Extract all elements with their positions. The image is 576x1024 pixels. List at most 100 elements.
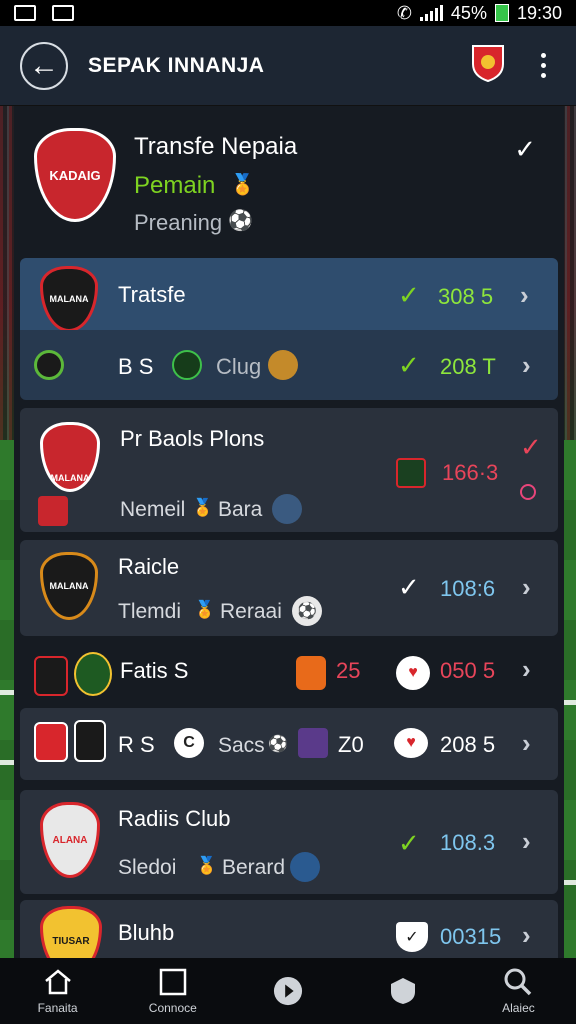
copyright-icon: C [174,728,204,758]
team-crest [34,350,64,380]
shield-icon [388,976,418,1006]
header-card[interactable]: KADAIG Transfe Nepaia Pemain 🏅 Preaning … [20,106,558,256]
ball-icon: ⚽ [228,210,253,232]
item-position: Sledoi [118,856,177,879]
team-crest [272,494,302,524]
team-crest: MALANA [40,552,98,620]
check-icon: ✓ [520,432,542,462]
team-crest [396,458,426,488]
team-crest: ALANA [40,802,100,878]
page-title: SEPAK INNANJA [88,53,265,77]
nav-play[interactable] [230,958,345,1024]
nav-label: Fanaita [37,1001,78,1015]
item-club: Berard [222,856,286,879]
item-value: 108.3 [440,830,496,855]
item-club: Clug [216,354,262,379]
nav-home[interactable]: Fanaita [0,958,115,1024]
medal-icon: 🏅 [192,498,214,517]
battery-percent: 45% [450,2,487,23]
list-item[interactable]: MALANA Pr Baols Plons Nemeil 🏅 Bara 166·… [20,408,558,532]
item-value: 108:6 [440,576,496,601]
header-subtitle: Pemain [134,172,216,199]
chevron-right-icon[interactable]: › [522,920,531,951]
item-position: Tlemdi [118,600,182,623]
team-crest: MALANA [40,266,98,332]
chevron-right-icon[interactable]: › [522,654,531,685]
gallery-icon [52,5,74,21]
radio-icon[interactable] [520,484,536,500]
nav-search[interactable]: Alaiec [461,958,576,1024]
chevron-right-icon[interactable]: › [522,826,531,857]
team-crest [296,656,326,690]
bottom-nav: Fanaita Connoce Alaiec [0,958,576,1024]
status-bar: ✆ 45% 19:30 [0,0,576,26]
list-item[interactable]: R S C Sacs ⚽ Z0 ♥ 208 5 › [20,708,558,780]
medal-icon: 🏅 [194,600,216,619]
item-value: 166·3 [442,460,499,485]
medal-icon: 🏅 [196,856,218,875]
item-club: Sacs [218,734,265,757]
chevron-right-icon[interactable]: › [522,728,531,759]
item-name: B S [118,354,154,379]
item-value: 050 5 [440,658,496,683]
team-crest [38,496,68,526]
shield-check-icon: ✓ [396,922,428,952]
chevron-right-icon[interactable]: › [522,572,531,603]
item-name: Fatis S [120,658,189,683]
search-icon [503,967,533,997]
list-item[interactable]: Fatis S 25 ♥ 050 5 › [20,644,558,706]
list-item[interactable]: B S Clug ✓ 208 T › [20,330,558,400]
battery-icon [494,4,509,22]
header-meta: Preaning [134,210,223,235]
item-value: 308 5 [438,284,494,309]
item-name: R S [118,732,155,757]
team-crest [34,656,68,696]
trophy-icon: 🏅 [230,174,255,196]
play-icon [273,976,303,1006]
item-value: 00315 [440,924,502,949]
item-score: 25 [336,658,361,683]
nav-label: Alaiec [502,1001,535,1015]
item-club: Reraai [220,600,282,623]
team-crest [290,852,320,882]
item-position: Nemeil [120,498,186,521]
overflow-menu-icon[interactable] [541,53,546,78]
app-bar: ← SEPAK INNANJA [0,26,576,106]
check-icon: ✓ [398,828,420,858]
nav-connoce[interactable]: Connoce [115,958,230,1024]
avatar: MALANA [40,422,100,492]
image-icon [14,5,36,21]
header-title: Transfe Nepaia [134,133,298,160]
home-icon [43,967,73,997]
chevron-right-icon[interactable]: › [520,280,529,311]
list-item[interactable]: MALANA Tratsfe ✓ 308 5 › [20,258,558,332]
club-crest-icon[interactable] [471,44,505,87]
chevron-right-icon[interactable]: › [522,350,531,381]
ball-icon: ⚽ [268,736,288,753]
back-button[interactable]: ← [20,41,68,90]
team-crest [298,728,328,758]
check-icon: ✓ [514,134,536,164]
list-item[interactable]: ALANA Radiis Club Sledoi 🏅 Berard ✓ 108.… [20,790,558,894]
nav-label: Connoce [148,1001,197,1015]
item-club: Bara [218,498,263,521]
team-crest: TIUSAR [40,906,102,958]
item-value: 208 5 [440,732,496,757]
team-crest [74,652,112,696]
nav-shield[interactable] [346,958,461,1024]
item-name: Tratsfe [118,282,186,307]
list-item[interactable]: MALANA Raicle Tlemdi 🏅 Reraai ⚽ ✓ 108:6 … [20,540,558,636]
item-name: Pr Baols Plons [120,426,265,451]
vibrate-icon: ✆ [396,2,412,23]
item-name: Bluhb [118,920,175,945]
square-icon [158,967,188,997]
signal-icon [419,5,443,21]
item-name: Radiis Club [118,806,231,831]
clock: 19:30 [516,2,562,23]
transfer-list: KADAIG Transfe Nepaia Pemain 🏅 Preaning … [14,106,564,958]
list-item[interactable]: TIUSAR Bluhb ✓ 00315 › [20,900,558,958]
check-icon: ✓ [398,350,420,380]
team-crest: ♥ [394,728,428,758]
team-crest [172,350,202,380]
item-value: 208 T [440,354,496,379]
